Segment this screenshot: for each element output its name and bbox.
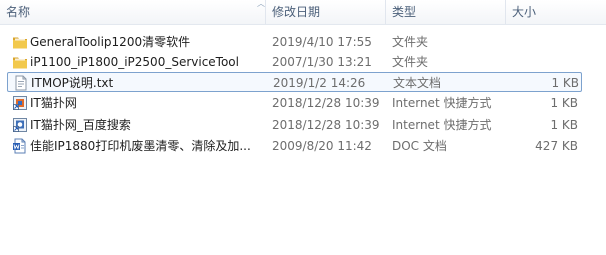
file-name: ITMOP说明.txt [31,76,114,90]
column-header: 名称 ︿ 修改日期 类型 大小 [0,0,606,25]
file-name: GeneralToolip1200清零软件 [30,35,191,49]
internet-shortcut-icon [13,96,27,110]
date-column-header[interactable]: 修改日期 [265,0,385,24]
file-size: 1 KB [550,118,578,132]
file-type: 文件夹 [392,35,429,49]
sort-ascending-icon: ︿ [257,0,265,8]
file-row[interactable]: 佳能IP1880打印机废墨清零、清除及加... 2009/8/20 11:42 … [0,136,582,156]
file-row[interactable]: IT猫扑网 2018/12/28 10:39 Internet 快捷方式 1 K… [0,93,582,113]
file-date: 2007/1/30 13:21 [272,55,372,69]
internet-shortcut-icon [13,118,27,132]
name-column-header[interactable]: 名称 [0,0,265,24]
file-type: 文件夹 [392,55,429,69]
folder-icon [13,37,27,49]
file-row[interactable]: IT猫扑网_百度搜索 2018/12/28 10:39 Internet 快捷方… [0,115,582,135]
file-size: 1 KB [551,76,579,90]
file-type: Internet 快捷方式 [392,118,492,132]
file-name: 佳能IP1880打印机废墨清零、清除及加... [30,139,251,153]
file-size [505,52,578,72]
file-name: IT猫扑网 [30,96,77,110]
file-type: Internet 快捷方式 [392,96,492,110]
file-date: 2019/4/10 17:55 [272,35,372,49]
text-file-icon [15,75,27,91]
file-row[interactable]: GeneralToolip1200清零软件 2019/4/10 17:55 文件… [0,32,582,52]
file-type: DOC 文档 [392,139,447,153]
file-row-selected[interactable]: ITMOP说明.txt 2019/1/2 14:26 文本文档 1 KB [7,72,582,92]
file-size [505,32,578,52]
file-size: 427 KB [535,139,578,153]
file-name: IT猫扑网_百度搜索 [30,118,131,132]
file-type: 文本文档 [393,76,442,90]
file-name: iP1100_iP1800_iP2500_ServiceTool [30,55,239,69]
file-size: 1 KB [550,96,578,110]
word-doc-icon [13,138,26,154]
size-column-header[interactable]: 大小 [505,0,606,24]
type-column-header[interactable]: 类型 [385,0,505,24]
file-date: 2018/12/28 10:39 [272,118,380,132]
file-date: 2018/12/28 10:39 [272,96,380,110]
file-row[interactable]: iP1100_iP1800_iP2500_ServiceTool 2007/1/… [0,52,582,72]
folder-icon [13,57,27,69]
file-date: 2019/1/2 14:26 [273,76,366,90]
file-date: 2009/8/20 11:42 [272,139,372,153]
